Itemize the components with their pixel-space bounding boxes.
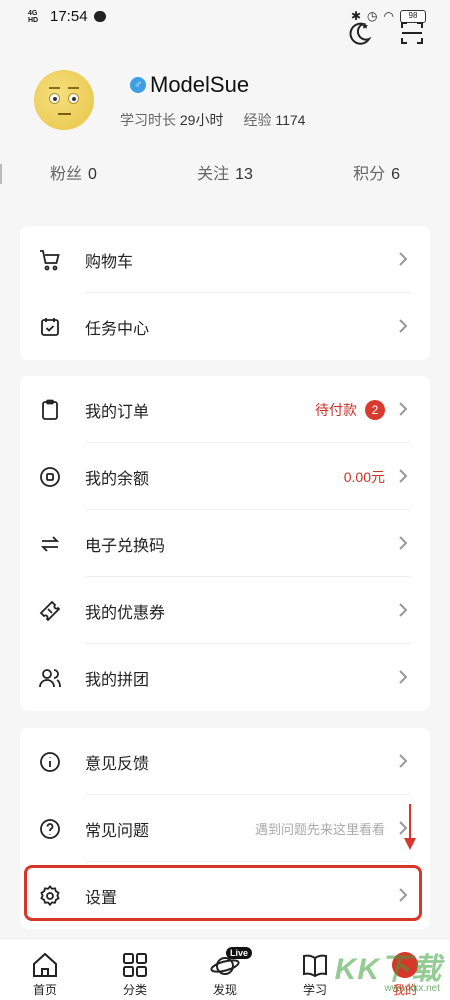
watermark-logo: KK下载	[334, 953, 442, 986]
experience: 经验 1174	[243, 112, 306, 128]
menu-card-account: 我的订单 待付款 2 我的余额 0.00元 电子兑换码 我的优惠券 我的拼团	[20, 376, 430, 711]
menu-item-label: 购物车	[85, 253, 134, 271]
menu-item-label: 我的拼团	[85, 671, 150, 689]
menu-item-balance[interactable]: 我的余额 0.00元	[20, 443, 430, 510]
stat-following[interactable]: 关注 13	[197, 160, 253, 190]
male-icon: ♂	[130, 77, 146, 93]
info-icon	[38, 750, 62, 774]
stat-fans[interactable]: 粉丝 0	[50, 160, 97, 190]
question-icon	[38, 817, 62, 841]
moon-star-icon[interactable]	[346, 20, 372, 51]
tab-label: 学习	[302, 983, 327, 997]
status-time: 17:54	[50, 8, 88, 25]
menu-item-label: 我的优惠券	[85, 604, 166, 622]
stats-row: 粉丝 0 关注 13 积分 6	[0, 160, 450, 190]
menu-card-shopping: 购物车 任务中心	[20, 226, 430, 360]
chevron-right-icon	[398, 669, 408, 690]
planet-icon: Live	[210, 947, 252, 981]
menu-item-faq[interactable]: 常见问题 遇到问题先来这里看看	[20, 795, 430, 862]
tab-discover[interactable]: Live 发现	[195, 939, 255, 1000]
scan-icon[interactable]	[400, 21, 424, 50]
order-status: 待付款	[315, 401, 357, 418]
message-icon	[93, 11, 106, 22]
avatar[interactable]	[34, 70, 94, 130]
exchange-icon	[38, 532, 62, 556]
calendar-check-icon	[38, 315, 62, 339]
username[interactable]: ModelSue	[150, 72, 249, 98]
menu-item-label: 常见问题	[85, 822, 150, 840]
live-badge: Live	[225, 947, 252, 959]
home-icon	[30, 949, 60, 981]
menu-item-redeem-code[interactable]: 电子兑换码	[20, 510, 430, 577]
menu-item-label: 电子兑换码	[85, 537, 166, 555]
tab-label: 分类	[122, 983, 147, 997]
menu-item-group-buy[interactable]: 我的拼团	[20, 644, 430, 711]
settings-highlight-box	[24, 865, 422, 921]
menu-item-feedback[interactable]: 意见反馈	[20, 728, 430, 795]
menu-item-orders[interactable]: 我的订单 待付款 2	[20, 376, 430, 443]
coin-icon	[38, 465, 62, 489]
chevron-right-icon	[398, 251, 408, 272]
menu-item-cart[interactable]: 购物车	[20, 226, 430, 293]
chevron-right-icon	[398, 318, 408, 339]
chevron-right-icon	[398, 753, 408, 774]
grid-icon	[120, 949, 150, 981]
clipboard-icon	[38, 398, 62, 422]
chevron-right-icon	[398, 602, 408, 623]
menu-item-coupons[interactable]: 我的优惠券	[20, 577, 430, 644]
faq-hint: 遇到问题先来这里看看	[254, 822, 385, 837]
menu-item-label: 任务中心	[85, 320, 150, 338]
book-icon	[300, 949, 330, 981]
menu-item-task-center[interactable]: 任务中心	[20, 293, 430, 360]
menu-item-label: 我的余额	[85, 470, 150, 488]
chevron-right-icon	[398, 401, 408, 422]
tab-categories[interactable]: 分类	[105, 939, 165, 1000]
profile-header: ♂ ModelSue 学习时长 29小时 经验 1174	[0, 60, 450, 160]
menu-item-label: 我的订单	[85, 403, 150, 421]
group-icon	[38, 666, 62, 690]
study-time: 学习时长 29小时	[120, 112, 224, 128]
tab-label: 发现	[212, 983, 237, 997]
ticket-icon	[38, 599, 62, 623]
menu-item-label: 意见反馈	[85, 755, 150, 773]
balance-value: 0.00元	[343, 468, 385, 485]
stat-points[interactable]: 积分 6	[353, 160, 400, 190]
tab-home[interactable]: 首页	[15, 939, 75, 1000]
watermark-url: www.kkx.net	[384, 983, 440, 994]
chevron-right-icon	[398, 468, 408, 489]
chevron-right-icon	[398, 535, 408, 556]
arrow-down-icon	[404, 804, 416, 850]
cart-icon	[38, 248, 62, 272]
tab-label: 首页	[32, 983, 57, 997]
order-count-badge: 2	[365, 399, 385, 420]
network-indicator: 4G HD	[28, 9, 39, 24]
